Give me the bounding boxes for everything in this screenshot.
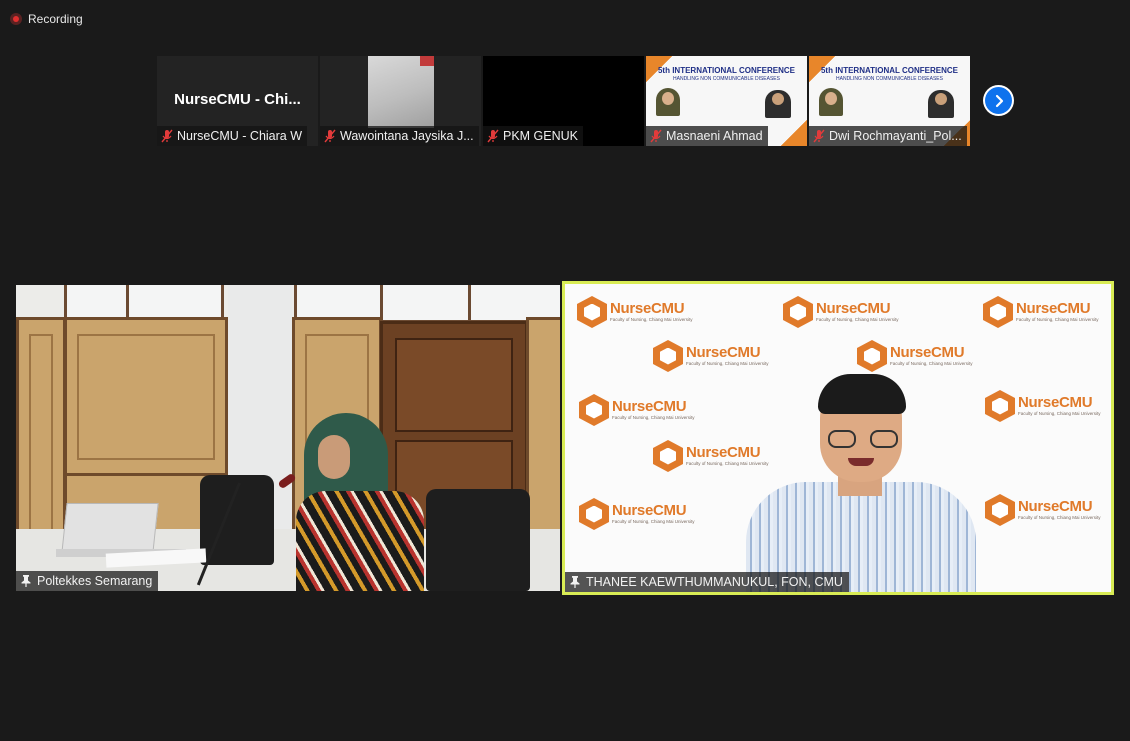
mic-muted-icon xyxy=(324,129,336,143)
mic-muted-icon xyxy=(487,129,499,143)
participant-name: PKM GENUK xyxy=(503,129,579,143)
mic-muted-icon xyxy=(161,129,173,143)
participant-name-tag: Masnaeni Ahmad xyxy=(646,126,768,146)
recording-indicator[interactable]: Recording xyxy=(10,12,83,26)
participant-thumbnail[interactable]: 5th INTERNATIONAL CONFERENCE HANDLING NO… xyxy=(809,56,970,146)
participant-name-tag: Poltekkes Semarang xyxy=(16,571,159,591)
slide-title: 5th INTERNATIONAL CONFERENCE xyxy=(820,66,959,75)
nursecmu-logo: NurseCMU Faculty of Nursing, Chiang Mai U… xyxy=(577,296,693,328)
mic-muted-icon xyxy=(650,129,662,143)
participant-thumbnail[interactable]: PKM GENUK xyxy=(483,56,644,146)
participant-name-tag: NurseCMU - Chiara W xyxy=(157,126,308,146)
participant-display-name: NurseCMU - Chi... xyxy=(174,91,301,108)
pin-icon xyxy=(21,575,31,587)
slide-subtitle: HANDLING NON COMMUNICABLE DISEASES xyxy=(836,76,943,82)
participant-person xyxy=(286,413,426,591)
next-page-button[interactable] xyxy=(983,85,1014,116)
nursecmu-logo: NurseCMU Faculty of Nursing, Chiang Mai U… xyxy=(579,498,695,530)
participant-name: THANEE KAEWTHUMMANUKUL, FON, CMU xyxy=(586,575,843,589)
nursecmu-logo: NurseCMU Faculty of Nursing, Chiang Mai U… xyxy=(985,390,1101,422)
slide-subtitle: HANDLING NON COMMUNICABLE DISEASES xyxy=(673,76,780,82)
nursecmu-logo: NurseCMU Faculty of Nursing, Chiang Mai U… xyxy=(983,296,1099,328)
record-icon xyxy=(10,13,22,25)
participant-thumbnail[interactable]: 5th INTERNATIONAL CONFERENCE HANDLING NO… xyxy=(646,56,807,146)
participant-name: Dwi Rochmayanti_Pol... xyxy=(829,129,962,143)
chevron-right-icon xyxy=(985,87,1012,114)
speaker-photo xyxy=(765,90,791,118)
speaker-photo xyxy=(656,88,680,116)
participant-name-tag: PKM GENUK xyxy=(483,126,584,146)
slide-title: 5th INTERNATIONAL CONFERENCE xyxy=(657,66,796,75)
nursecmu-logo: NurseCMU Faculty of Nursing, Chiang Mai U… xyxy=(653,340,769,372)
video-tile-poltekkes[interactable]: Poltekkes Semarang xyxy=(16,285,560,591)
participant-name: Masnaeni Ahmad xyxy=(666,129,763,143)
participant-name-tag: THANEE KAEWTHUMMANUKUL, FON, CMU xyxy=(565,572,849,592)
speaker-photo xyxy=(928,90,954,118)
participant-name: Wawointana Jaysika J... xyxy=(340,129,474,143)
mic-muted-icon xyxy=(813,129,825,143)
nursecmu-logo: NurseCMU Faculty of Nursing, Chiang Mai U… xyxy=(783,296,899,328)
nursecmu-logo: NurseCMU Faculty of Nursing, Chiang Mai U… xyxy=(579,394,695,426)
participant-name: Poltekkes Semarang xyxy=(37,574,153,588)
participant-video xyxy=(368,56,434,128)
participant-thumbnail[interactable]: NurseCMU - Chi... NurseCMU - Chiara W xyxy=(157,56,318,146)
participant-name-tag: Dwi Rochmayanti_Pol... xyxy=(809,126,967,146)
laptop xyxy=(61,503,159,553)
nursecmu-logo: NurseCMU Faculty of Nursing, Chiang Mai U… xyxy=(857,340,973,372)
nursecmu-logo: NurseCMU Faculty of Nursing, Chiang Mai U… xyxy=(985,494,1101,526)
recording-label: Recording xyxy=(28,12,83,26)
participant-thumbnail[interactable]: Wawointana Jaysika J... xyxy=(320,56,481,146)
participant-name: NurseCMU - Chiara W xyxy=(177,129,303,143)
participant-name-tag: Wawointana Jaysika J... xyxy=(320,126,479,146)
active-speaker-person xyxy=(740,374,980,592)
chair xyxy=(426,489,530,591)
pin-icon xyxy=(570,576,580,588)
video-tile-active-speaker[interactable]: NurseCMU Faculty of Nursing, Chiang Mai U… xyxy=(562,281,1114,595)
speaker-photo xyxy=(819,88,843,116)
